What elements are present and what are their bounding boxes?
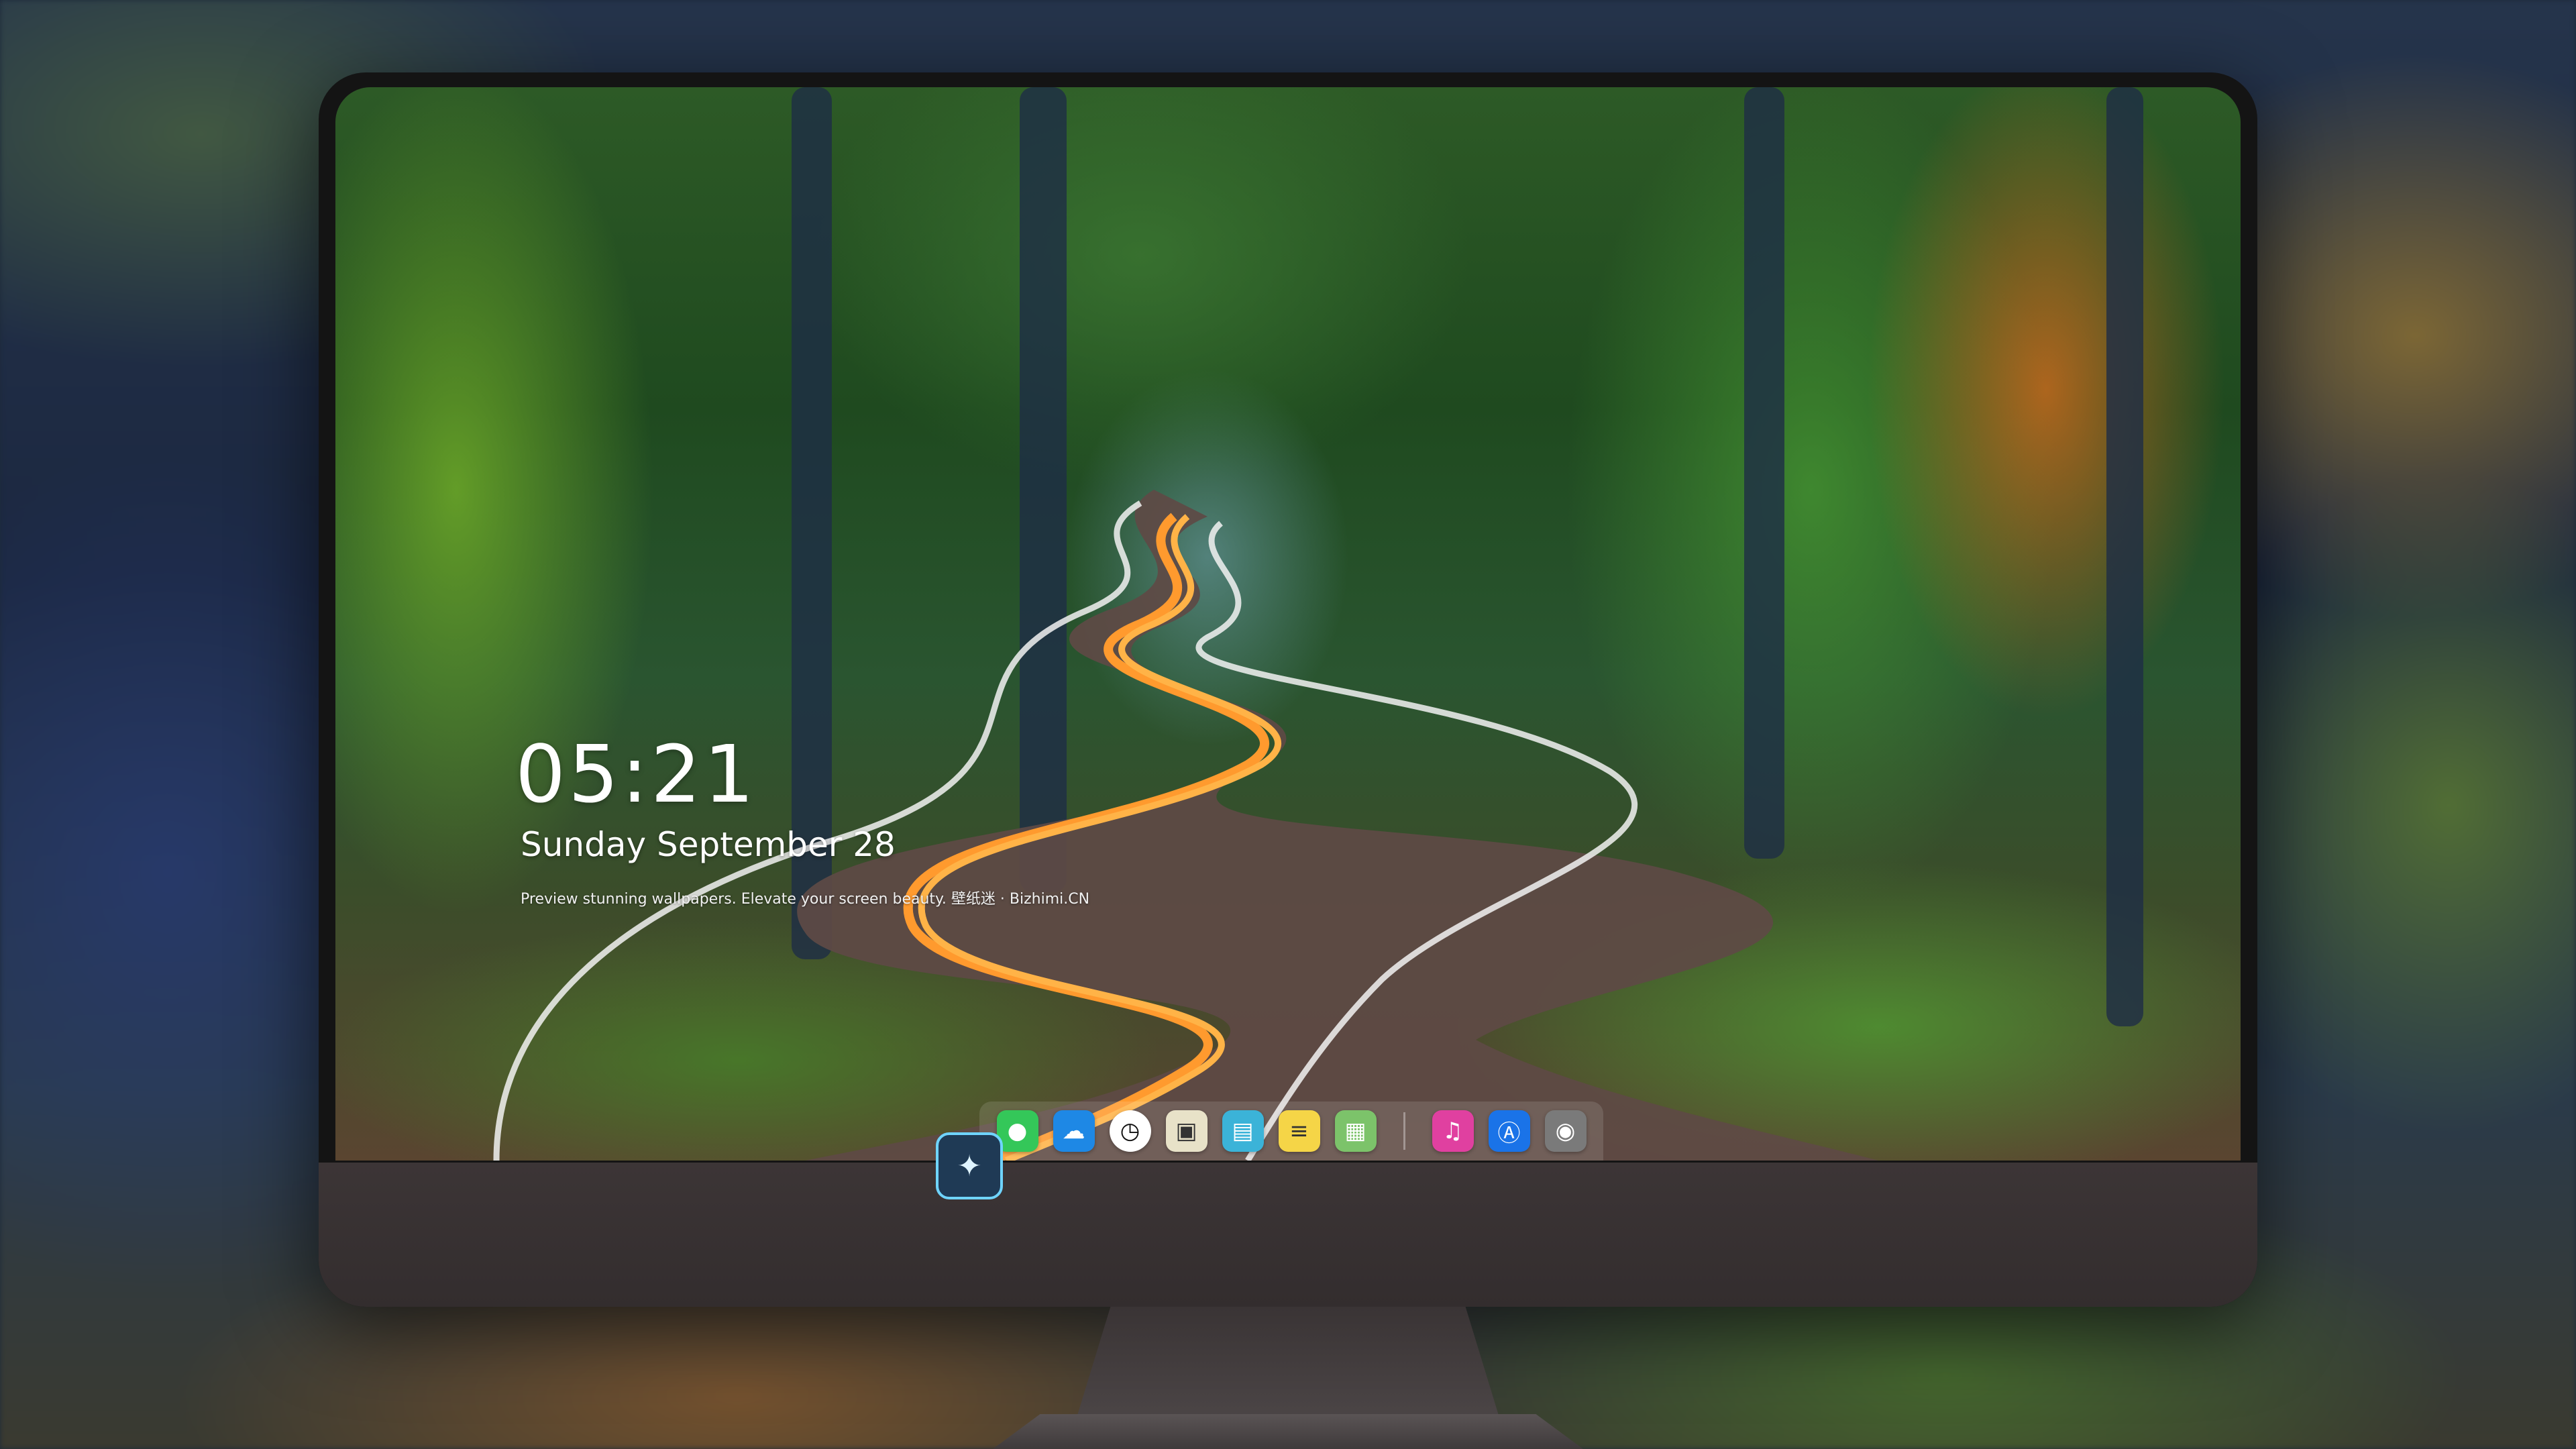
photo-viewer-icon[interactable]: ▣ [1165,1110,1208,1152]
dock: ● ☁ ◷ ▣ ▤ ≡ ▦ ♫ Ⓐ ◉ [979,1102,1603,1161]
app-store-icon[interactable]: Ⓐ [1488,1110,1530,1152]
wallpaper-tagline: Preview stunning wallpapers. Elevate you… [521,891,1090,908]
camera-icon[interactable]: ◉ [1544,1110,1587,1152]
monitor-chin [319,1163,2257,1307]
clock-icon[interactable]: ◷ [1109,1110,1151,1152]
monitor-stand-neck [1077,1307,1499,1417]
lockscreen-date: Sunday September 28 [521,825,896,864]
winding-road [493,490,1878,1161]
notes-icon[interactable]: ≡ [1278,1110,1320,1152]
photos-grid-icon[interactable]: ▦ [1334,1110,1377,1152]
music-note-icon[interactable]: ♫ [1432,1110,1474,1152]
desktop-screen: 05:21 Sunday September 28 Preview stunni… [335,87,2241,1161]
imac-monitor: 05:21 Sunday September 28 Preview stunni… [319,72,2257,1307]
monitor-stand-base [993,1414,1583,1449]
fox-mascot-logo-icon: ✦ [936,1132,1003,1199]
dock-separator [1403,1112,1405,1150]
lockscreen-clock: 05:21 [515,728,757,820]
clapperboard-icon[interactable]: ▤ [1222,1110,1264,1152]
cloud-icon[interactable]: ☁ [1053,1110,1095,1152]
